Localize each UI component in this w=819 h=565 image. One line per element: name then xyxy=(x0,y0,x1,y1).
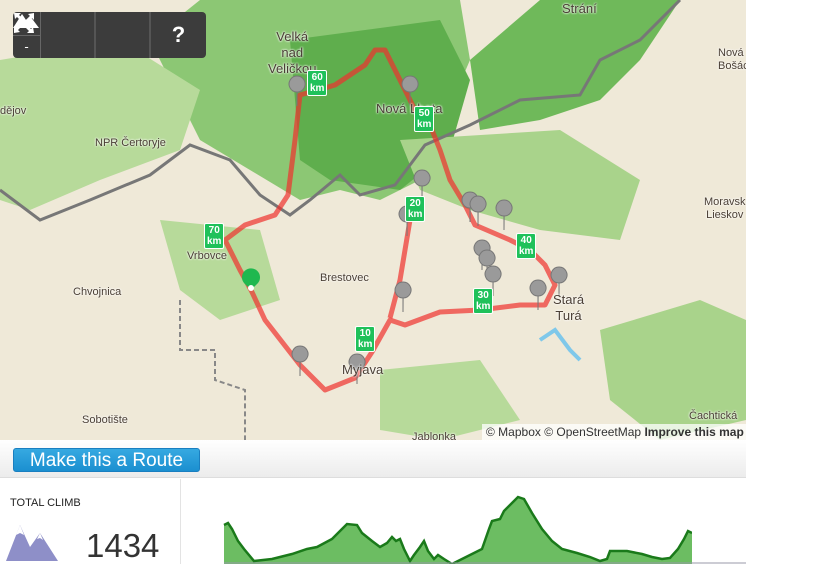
km-marker: 40 km xyxy=(516,233,537,259)
mapbox-link[interactable]: © Mapbox xyxy=(486,425,541,439)
place-label: Čachtická xyxy=(689,410,738,422)
elevation-area xyxy=(224,497,746,564)
place-label: Strání xyxy=(562,1,597,16)
improve-map-link[interactable]: Improve this map xyxy=(644,425,743,439)
place-label: Myjava xyxy=(342,362,384,377)
place-label: Brestovec xyxy=(320,272,369,284)
total-climb-panel: TOTAL CLIMB 1434 xyxy=(0,479,181,564)
place-label: Stará Turá xyxy=(553,292,585,323)
km-marker: 10 km xyxy=(355,326,376,352)
km-marker: 60 km xyxy=(307,70,328,96)
help-button[interactable]: ? xyxy=(151,12,206,58)
place-label: Moravsk Lieskov xyxy=(704,196,746,221)
total-climb-value: 1434 xyxy=(86,527,160,564)
elevation-profile[interactable] xyxy=(182,479,746,564)
map-controls: + - ? xyxy=(13,12,206,58)
fullscreen-button[interactable] xyxy=(14,12,96,58)
make-route-button[interactable]: Make this a Route xyxy=(13,448,200,472)
mountain-icon xyxy=(13,14,39,28)
place-label: dějov xyxy=(0,105,27,117)
mountain-icon xyxy=(6,525,58,561)
terrain-button[interactable] xyxy=(13,12,151,58)
place-label: Vrbovce xyxy=(187,250,227,262)
zoom-out-button[interactable]: - xyxy=(13,36,40,59)
place-label: NPR Čertoryje xyxy=(95,137,166,149)
km-marker: 70 km xyxy=(204,223,225,249)
osm-link[interactable]: © OpenStreetMap xyxy=(544,425,641,439)
place-label: Jablonka xyxy=(412,431,457,440)
map[interactable]: Strání Velká nad Veličkou Nová Lhota Nov… xyxy=(0,0,746,440)
place-label: Nová Bošác xyxy=(718,47,746,72)
map-attribution: © Mapbox © OpenStreetMap Improve this ma… xyxy=(482,424,746,440)
place-label: Chvojnica xyxy=(73,286,122,298)
total-climb-label: TOTAL CLIMB xyxy=(10,497,81,509)
km-marker: 30 km xyxy=(473,288,494,314)
km-marker: 20 km xyxy=(405,196,426,222)
km-marker: 50 km xyxy=(414,106,435,132)
route-toolbar: Make this a Route xyxy=(0,440,746,478)
place-label: Sobotište xyxy=(82,414,128,426)
